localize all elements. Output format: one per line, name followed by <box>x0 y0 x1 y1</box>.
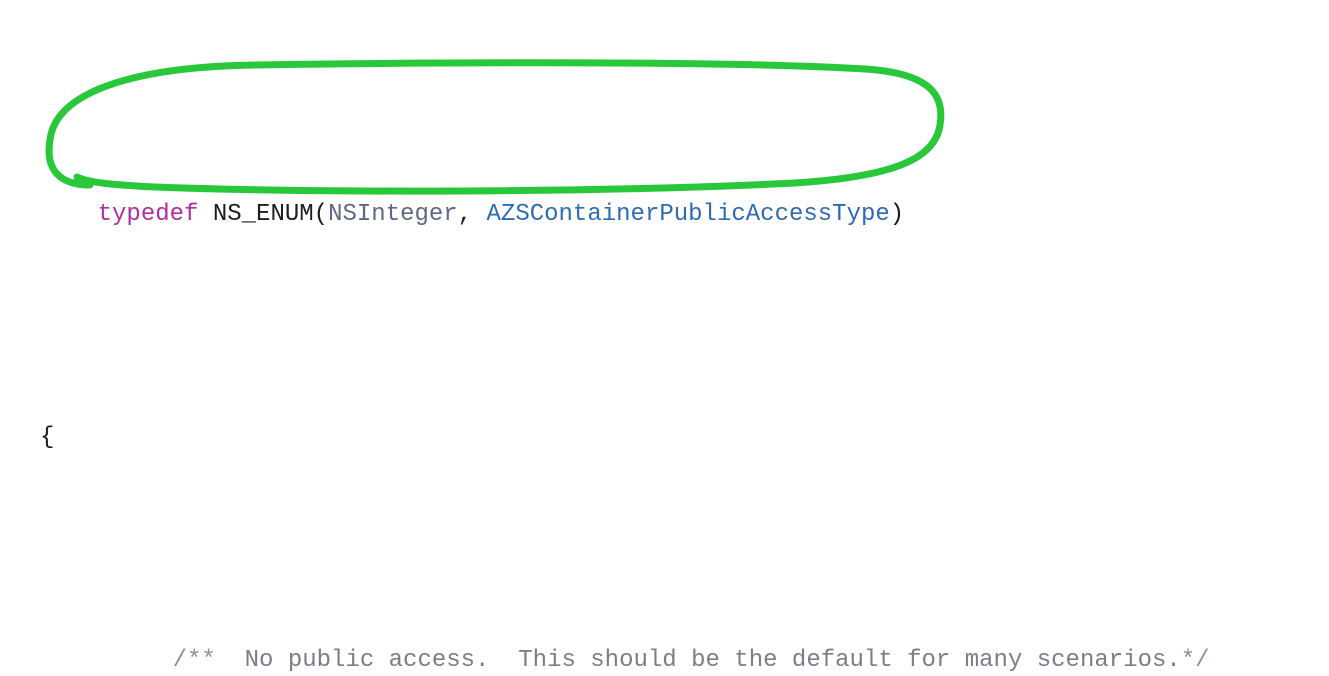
code-line: typedef NS_ENUM(NSInteger, AZSContainerP… <box>10 159 1329 271</box>
comment-open: /** <box>173 647 231 674</box>
token-comma: , <box>458 201 487 228</box>
token-paren: ( <box>314 201 328 228</box>
comment-text: No public access. This should be the def… <box>230 647 1181 674</box>
token-brace: { <box>40 424 54 451</box>
code-line: { <box>10 419 1329 456</box>
token-paren: ) <box>890 201 904 228</box>
token-fn: NS_ENUM <box>213 201 314 228</box>
token-type: NSInteger <box>328 201 458 228</box>
comment-close: */ <box>1181 647 1210 674</box>
code-editor[interactable]: typedef NS_ENUM(NSInteger, AZSContainerP… <box>0 0 1329 676</box>
token-keyword: typedef <box>98 201 199 228</box>
code-line: /** No public access. This should be the… <box>10 605 1329 676</box>
token-enum: AZSContainerPublicAccessType <box>487 201 890 228</box>
